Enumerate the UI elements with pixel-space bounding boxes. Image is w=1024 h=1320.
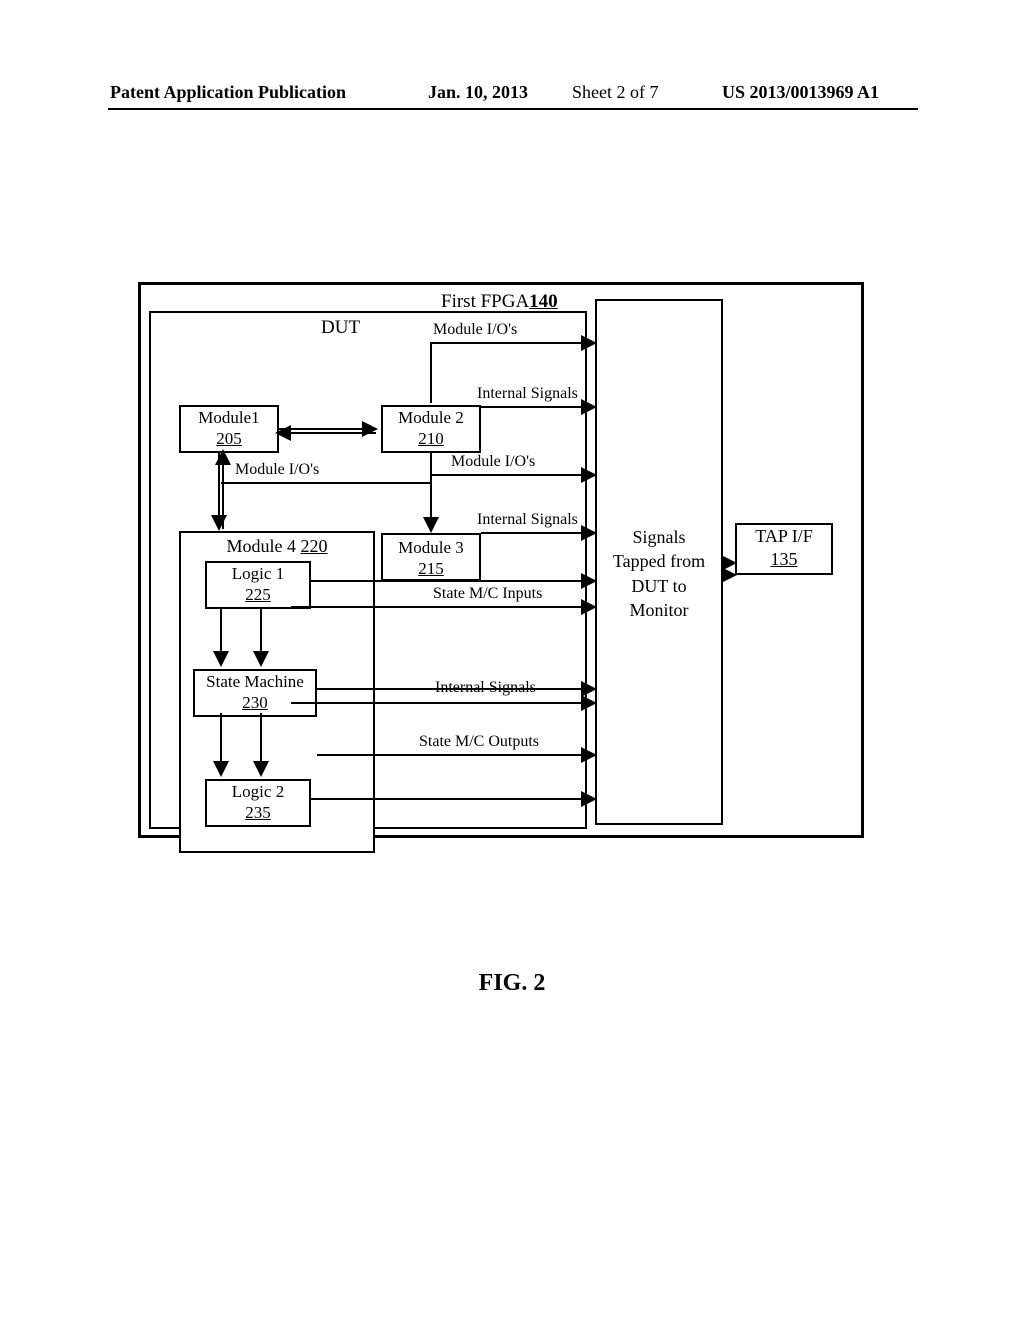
signal-label-module-ios-mid: Module I/O's <box>235 461 319 479</box>
module-4-num: 220 <box>301 536 328 556</box>
module-1-num: 205 <box>181 428 277 449</box>
figure-caption: FIG. 2 <box>0 970 1024 997</box>
signal-label-internal-m2: Internal Signals <box>477 385 578 403</box>
first-fpga-num: 140 <box>529 291 558 312</box>
publication-date: Jan. 10, 2013 <box>428 82 528 103</box>
fpga-container: First FPGA140 DUT Module1 205 Module 2 2… <box>138 282 864 838</box>
module-4-box: Module 4 220 Logic 1 225 State Machine 2… <box>179 531 375 853</box>
module-3-label: Module 3 <box>383 537 479 558</box>
module-1-label: Module1 <box>181 407 277 428</box>
tap-num: 135 <box>737 548 831 571</box>
module-2-box: Module 2 210 <box>381 405 481 453</box>
monitor-line-1: Signals <box>597 525 721 549</box>
logic-2-box: Logic 2 235 <box>205 779 311 827</box>
state-machine-label: State Machine <box>195 671 315 692</box>
monitor-box: Signals Tapped from DUT to Monitor <box>595 299 723 825</box>
signal-label-state-inputs: State M/C Inputs <box>433 585 542 603</box>
document-number: US 2013/0013969 A1 <box>722 82 879 103</box>
logic-1-num: 225 <box>207 584 309 605</box>
header-rule <box>108 108 918 110</box>
monitor-text: Signals Tapped from DUT to Monitor <box>597 525 721 622</box>
module-2-label: Module 2 <box>383 407 479 428</box>
first-fpga-text: First FPGA <box>441 291 529 312</box>
state-machine-num: 230 <box>195 692 315 713</box>
signal-label-internal-sm: Internal Signals <box>435 679 536 697</box>
module-2-num: 210 <box>383 428 479 449</box>
logic-2-num: 235 <box>207 802 309 823</box>
tap-label: TAP I/F <box>737 525 831 548</box>
logic-2-label: Logic 2 <box>207 781 309 802</box>
monitor-line-3: DUT to <box>597 574 721 598</box>
page-root: Patent Application Publication Jan. 10, … <box>0 0 1024 1320</box>
signal-label-state-outputs: State M/C Outputs <box>419 733 539 751</box>
logic-1-label: Logic 1 <box>207 563 309 584</box>
signal-label-module-ios-top: Module I/O's <box>433 321 517 339</box>
publication-type: Patent Application Publication <box>110 82 346 103</box>
module-3-num: 215 <box>383 558 479 579</box>
logic-1-box: Logic 1 225 <box>205 561 311 609</box>
signal-label-module-ios-m3: Module I/O's <box>451 453 535 471</box>
state-machine-box: State Machine 230 <box>193 669 317 717</box>
first-fpga-label: First FPGA140 <box>441 291 558 313</box>
module-4-label: Module 4 <box>227 536 297 556</box>
module-3-box: Module 3 215 <box>381 533 481 581</box>
tap-if-box: TAP I/F 135 <box>735 523 833 575</box>
module-4-title: Module 4 220 <box>181 533 373 558</box>
sheet-number: Sheet 2 of 7 <box>572 82 658 103</box>
module-1-box: Module1 205 <box>179 405 279 453</box>
monitor-line-2: Tapped from <box>597 549 721 573</box>
monitor-line-4: Monitor <box>597 598 721 622</box>
signal-label-internal-m3: Internal Signals <box>477 511 578 529</box>
